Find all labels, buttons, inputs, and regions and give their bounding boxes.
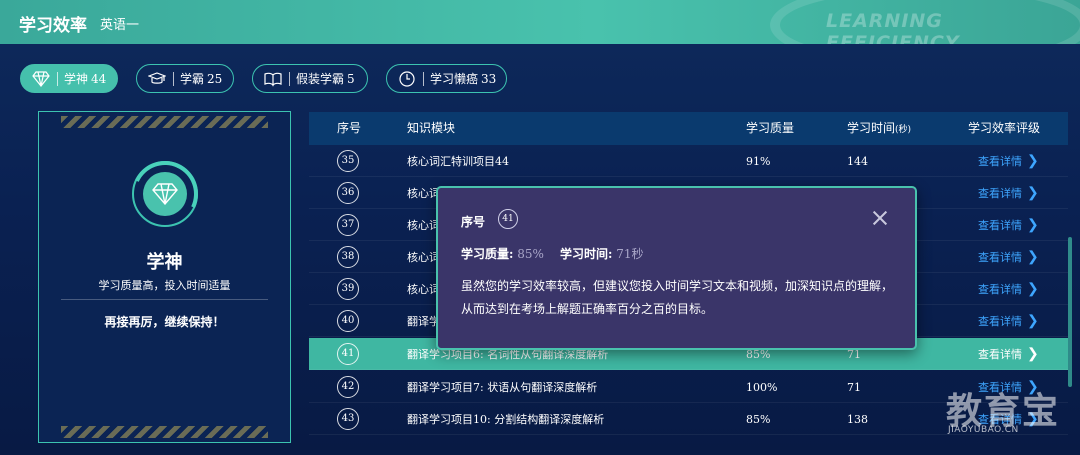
row-index-badge: 37 (337, 214, 359, 236)
chevron-right-icon: ❯ (1027, 185, 1039, 201)
card-divider (61, 299, 268, 300)
table-header: 序号 知识模块 学习质量 学习时间(秒) 学习效率评级 (309, 112, 1068, 145)
table-scrollbar[interactable] (1068, 237, 1072, 387)
subject-label: 英语一 (100, 18, 140, 33)
tab-count: 25 (207, 71, 223, 86)
tab-jiazhuang-xueba[interactable]: 假装学霸 5 (252, 64, 368, 93)
clock-icon (397, 69, 417, 89)
header-time: 学习时间(秒) (847, 112, 911, 147)
row-index-badge: 35 (337, 150, 359, 172)
header-rating: 学习效率评级 (968, 121, 1041, 135)
tab-label: 假装学霸 (296, 72, 345, 86)
popup-quality-label: 学习质量: (461, 247, 514, 261)
view-details-link[interactable]: 查看详情 ❯ (978, 241, 1039, 274)
row-module: 核心词汇特训项目44 (407, 155, 509, 168)
header-time-unit: (秒) (895, 125, 912, 135)
tab-xueshen[interactable]: 学神 44 (20, 64, 118, 93)
table-row[interactable]: 35 核心词汇特训项目44 91% 144 查看详情 ❯ (309, 145, 1068, 177)
header-bar: 学习效率 英语一 LEARNING EFFICIENCY (0, 0, 1080, 44)
header-watermark: LEARNING EFFICIENCY (826, 10, 960, 44)
open-book-icon (263, 69, 283, 89)
row-time: 138 (847, 413, 868, 426)
row-time: 144 (847, 155, 868, 168)
tab-label: 学习懒癌 (430, 72, 479, 86)
row-quality: 91% (746, 155, 771, 168)
card-stripes-top (61, 116, 268, 128)
card-stripes-bottom (61, 426, 268, 438)
tab-label: 学霸 (180, 72, 205, 86)
chevron-right-icon: ❯ (1027, 313, 1039, 329)
popup-time-value: 71秒 (616, 247, 644, 261)
view-details-link[interactable]: 查看详情 ❯ (978, 305, 1039, 338)
view-details-link[interactable]: 查看详情 ❯ (978, 273, 1039, 306)
tab-separator (423, 71, 424, 86)
header-index: 序号 (337, 121, 362, 135)
level-badge (122, 151, 208, 237)
tab-separator (173, 71, 174, 86)
popup-index-label: 序号 (461, 215, 486, 229)
row-index-badge: 38 (337, 246, 359, 268)
tab-label: 学神 (64, 72, 89, 86)
brand-logo: 教育宝 JIAOYUBAO.CN (946, 382, 1066, 442)
level-name: 学神 (146, 252, 183, 273)
tab-count: 33 (481, 71, 497, 86)
level-card: 学神 学习质量高，投入时间适量 再接再厉，继续保持！ (38, 111, 291, 443)
tab-count: 5 (347, 71, 355, 86)
row-module: 翻译学习项目7: 状语从句翻译深度解析 (407, 381, 598, 394)
view-details-label: 查看详情 (978, 348, 1022, 361)
row-index-badge: 39 (337, 278, 359, 300)
view-details-label: 查看详情 (978, 283, 1022, 296)
view-details-link[interactable]: 查看详情 ❯ (978, 177, 1039, 210)
chevron-right-icon: ❯ (1027, 346, 1039, 362)
view-details-link[interactable]: 查看详情 ❯ (978, 338, 1039, 371)
view-details-label: 查看详情 (978, 315, 1022, 328)
header-quality: 学习质量 (746, 121, 795, 135)
popup-message: 虽然您的学习效率较高，但建议您投入时间学习文本和视频，加深知识点的理解，从而达到… (461, 279, 894, 316)
row-index-badge: 41 (337, 343, 359, 365)
row-quality: 100% (746, 381, 778, 394)
row-index-badge: 42 (337, 376, 359, 398)
diamond-icon (31, 69, 51, 89)
tab-separator (289, 71, 290, 86)
encourage-text: 再接再厉，继续保持！ (104, 315, 225, 329)
graduation-cap-icon (147, 69, 167, 89)
close-icon[interactable] (870, 208, 890, 228)
view-details-link[interactable]: 查看详情 ❯ (978, 145, 1039, 178)
view-details-label: 查看详情 (978, 251, 1022, 264)
popup-quality-value: 85% (517, 247, 544, 261)
popup-quality: 学习质量: 85% (461, 245, 544, 262)
view-details-label: 查看详情 (978, 155, 1022, 168)
row-time: 71 (847, 381, 861, 394)
popup-time: 学习时间: 71秒 (560, 245, 644, 262)
row-module: 翻译学习项目10: 分割结构翻译深度解析 (407, 413, 605, 426)
chevron-right-icon: ❯ (1027, 217, 1039, 233)
row-index-badge: 43 (337, 408, 359, 430)
detail-popup: 序号 41 学习质量: 85% 学习时间: 71秒 虽然您的学习效率较高，但建议… (436, 186, 917, 350)
tab-xuexi-lanai[interactable]: 学习懒癌 33 (386, 64, 507, 93)
row-index-badge: 40 (337, 310, 359, 332)
page-title: 学习效率 (19, 16, 87, 36)
row-quality: 85% (746, 413, 771, 426)
level-description: 学习质量高，投入时间适量 (98, 279, 231, 292)
chevron-right-icon: ❯ (1027, 281, 1039, 297)
header-time-label: 学习时间 (847, 121, 896, 135)
brand-domain: JIAOYUBAO.CN (948, 425, 1019, 435)
tab-count: 44 (91, 71, 107, 86)
view-details-label: 查看详情 (978, 187, 1022, 200)
header-module: 知识模块 (407, 121, 456, 135)
diamond-icon (143, 172, 187, 216)
popup-time-label: 学习时间: (560, 247, 613, 261)
popup-index-badge: 41 (498, 209, 518, 229)
tab-xueba[interactable]: 学霸 25 (136, 64, 234, 93)
view-details-link[interactable]: 查看详情 ❯ (978, 209, 1039, 242)
view-details-label: 查看详情 (978, 219, 1022, 232)
row-index-badge: 36 (337, 182, 359, 204)
tab-separator (57, 71, 58, 86)
chevron-right-icon: ❯ (1027, 153, 1039, 169)
chevron-right-icon: ❯ (1027, 249, 1039, 265)
